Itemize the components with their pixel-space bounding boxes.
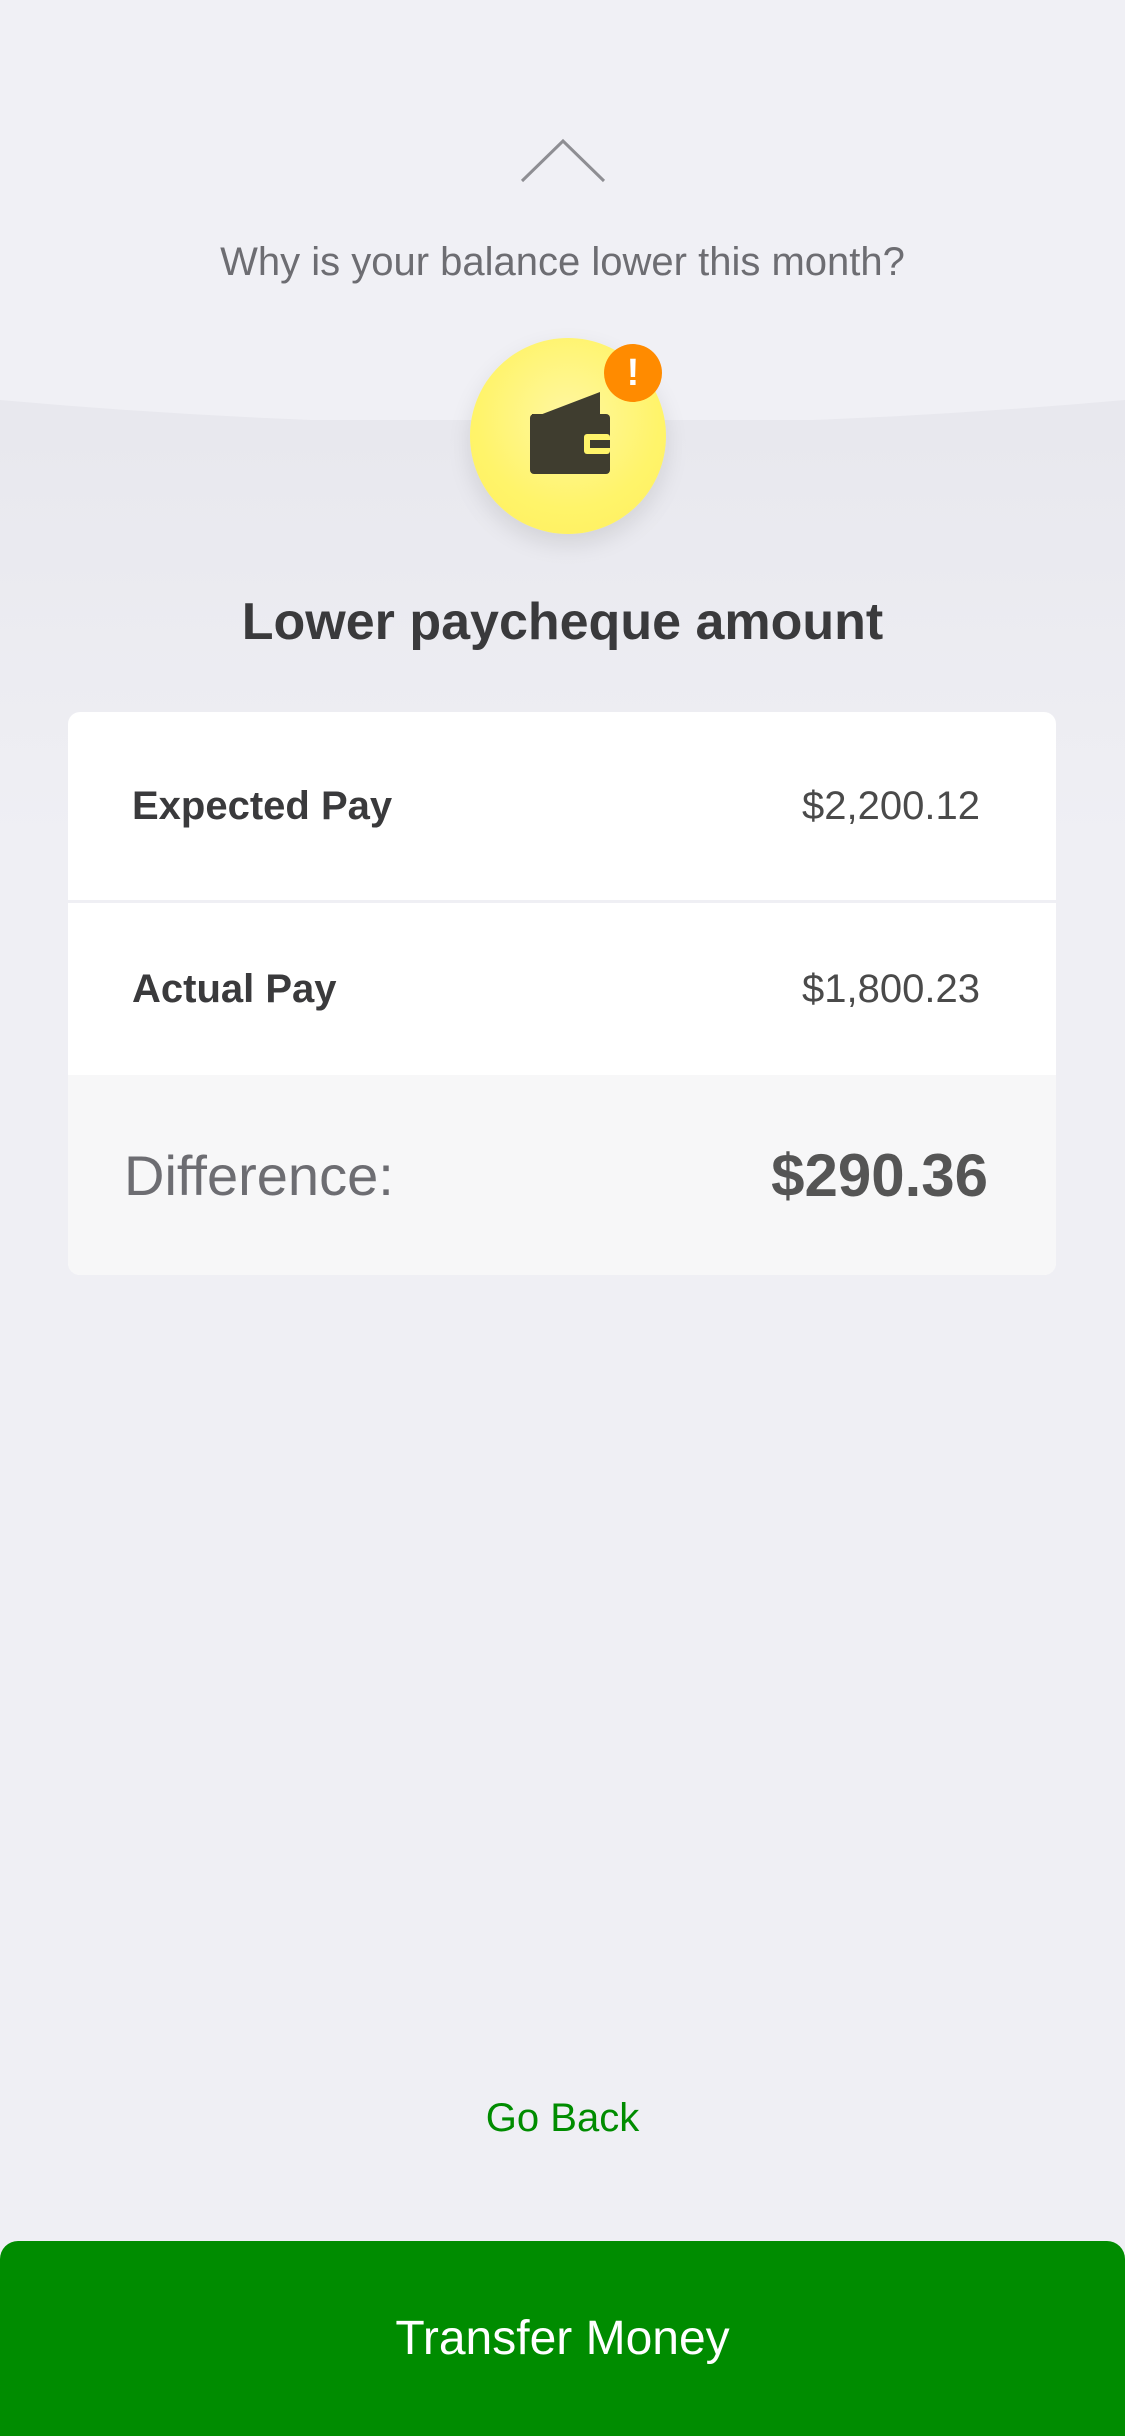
chevron-up-icon[interactable] — [518, 135, 608, 185]
alert-badge: ! — [604, 344, 662, 402]
expected-pay-value: $2,200.12 — [802, 783, 980, 828]
difference-value: $290.36 — [771, 1141, 988, 1209]
difference-row: Difference: $290.36 — [68, 1075, 1056, 1275]
transfer-money-button[interactable]: Transfer Money — [0, 2241, 1125, 2436]
expected-pay-row: Expected Pay $2,200.12 — [68, 712, 1056, 903]
expected-pay-label: Expected Pay — [132, 783, 393, 828]
wallet-icon — [530, 392, 610, 474]
actual-pay-label: Actual Pay — [132, 966, 337, 1011]
go-back-link[interactable]: Go Back — [0, 2096, 1125, 2141]
difference-label: Difference: — [124, 1143, 394, 1207]
balance-question: Why is your balance lower this month? — [220, 240, 905, 284]
pay-breakdown-card: Expected Pay $2,200.12 Actual Pay $1,800… — [68, 712, 1056, 1275]
actual-pay-value: $1,800.23 — [802, 966, 980, 1011]
card-title: Lower paycheque amount — [241, 593, 884, 651]
actual-pay-row: Actual Pay $1,800.23 — [68, 903, 1056, 1075]
